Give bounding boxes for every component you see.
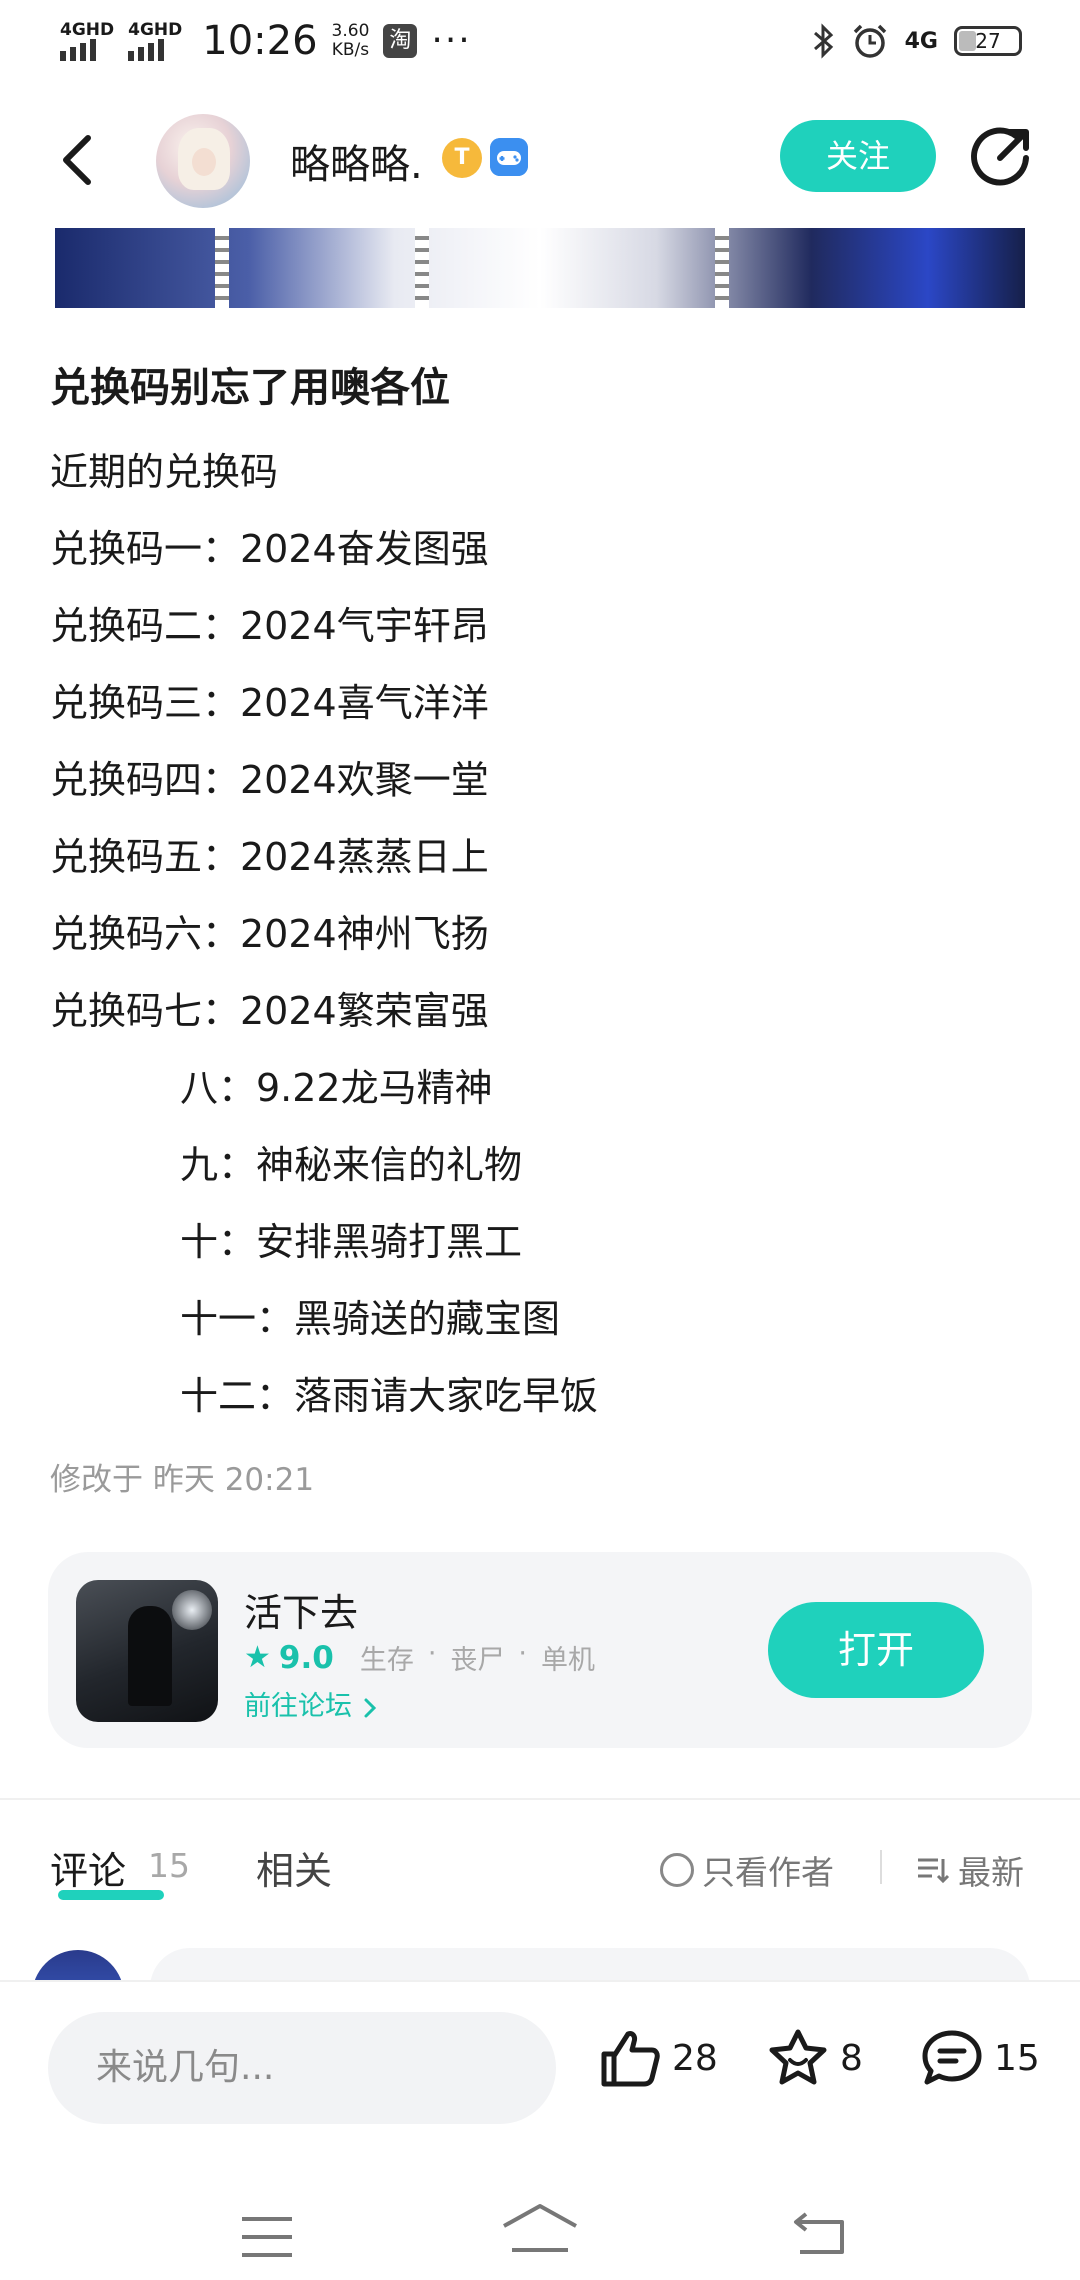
game-name[interactable]: 活下去 <box>244 1582 358 1637</box>
star-face-icon <box>769 2029 827 2085</box>
post-line: 兑换码七：2024繁荣富强 <box>50 989 489 1033</box>
radio-circle-icon <box>660 1853 694 1887</box>
like-button[interactable]: 28 <box>598 2028 718 2088</box>
network-speed: 3.60 KB/s <box>331 21 370 60</box>
open-game-button[interactable]: 打开 <box>768 1602 984 1698</box>
post-header: 略略略. T 关注 <box>0 110 1080 210</box>
level-badge-icon: T <box>442 138 482 178</box>
post-line: 十：安排黑骑打黑工 <box>180 1220 523 1264</box>
comment-bubble-icon <box>922 2030 982 2085</box>
tab-comments[interactable]: 评论 <box>50 1840 126 1895</box>
game-card[interactable]: 活下去 ★ 9.0 生存 · 丧尸 · 单机 前往论坛 打开 <box>48 1552 1032 1748</box>
game-rating: ★ 9.0 生存 · 丧尸 · 单机 <box>244 1638 595 1677</box>
status-bar: 4GHD 4GHD 10:26 3.60 KB/s 淘 ··· 4G 27 <box>0 0 1080 90</box>
section-divider <box>0 1798 1080 1800</box>
tab-separator <box>880 1850 882 1884</box>
gamepad-badge-icon <box>490 138 528 176</box>
edit-timestamp: 修改于 昨天 20:21 <box>50 1462 315 1498</box>
comment-count-badge: 15 <box>148 1846 190 1885</box>
post-body: 兑换码别忘了用噢各位 近期的兑换码 兑换码一：2024奋发图强 兑换码二：202… <box>50 358 1030 1435</box>
comment-button[interactable]: 15 <box>920 2028 1040 2088</box>
bottom-action-bar: 来说几句... 28 8 15 <box>0 1980 1080 2130</box>
sort-icon <box>918 1858 950 1884</box>
favorite-button[interactable]: 8 <box>766 2028 863 2088</box>
game-tag: 生存 <box>359 1645 414 1676</box>
taobao-icon: 淘 <box>383 24 418 58</box>
game-tags: 生存 · 丧尸 · 单机 <box>360 1638 595 1677</box>
post-line: 兑换码一：2024奋发图强 <box>50 527 489 571</box>
more-notifications-icon: ··· <box>431 20 472 61</box>
star-icon: ★ <box>244 1640 271 1675</box>
home-icon[interactable] <box>500 2202 580 2258</box>
sort-toggle[interactable]: 最新 <box>916 1846 1024 1894</box>
post-line: 十一：黑骑送的藏宝图 <box>180 1297 561 1341</box>
thumbs-up-icon <box>601 2031 660 2087</box>
game-score: 9.0 <box>278 1639 334 1676</box>
comment-input[interactable]: 来说几句... <box>48 2012 556 2124</box>
author-username[interactable]: 略略略. <box>290 132 423 190</box>
comment-count: 15 <box>994 2037 1040 2079</box>
chevron-right-icon <box>364 1698 376 1717</box>
signal-label: 4GHD <box>60 20 115 40</box>
back-icon[interactable] <box>792 2210 848 2256</box>
signal-icon: 4GHD <box>128 21 182 61</box>
post-line: 九：神秘来信的礼物 <box>180 1143 523 1187</box>
share-icon[interactable] <box>970 124 1034 188</box>
post-line: 兑换码五：2024蒸蒸日上 <box>50 835 489 879</box>
post-line: 兑换码二：2024气宇轩昂 <box>50 604 489 648</box>
like-count: 28 <box>672 2037 718 2079</box>
status-time: 10:26 <box>202 18 318 64</box>
tag-separator: · <box>518 1638 528 1669</box>
post-line: 兑换码三：2024喜气洋洋 <box>50 681 489 725</box>
network-type: 4G <box>904 28 938 54</box>
tab-related[interactable]: 相关 <box>256 1840 332 1895</box>
active-tab-indicator <box>58 1890 164 1900</box>
battery-icon: 27 <box>954 26 1022 56</box>
post-line: 兑换码六：2024神州飞扬 <box>50 912 489 956</box>
bluetooth-icon <box>813 23 833 59</box>
forum-link[interactable]: 前往论坛 <box>244 1684 379 1723</box>
favorite-count: 8 <box>840 2037 863 2079</box>
alarm-icon <box>853 24 886 58</box>
post-line: 十二：落雨请大家吃早饭 <box>180 1374 599 1418</box>
post-line: 八：9.22龙马精神 <box>180 1066 493 1110</box>
comment-tabs: 评论 15 相关 只看作者 最新 <box>0 1840 1080 1900</box>
menu-icon[interactable] <box>240 2216 294 2258</box>
post-line: 兑换码四：2024欢聚一堂 <box>50 758 489 802</box>
author-only-toggle[interactable]: 只看作者 <box>660 1846 834 1894</box>
post-image[interactable] <box>55 228 1025 308</box>
system-nav-bar <box>0 2170 1080 2280</box>
signal-icon: 4GHD <box>60 21 114 61</box>
post-title: 兑换码别忘了用噢各位 <box>50 365 450 411</box>
game-tag: 单机 <box>541 1645 596 1676</box>
author-avatar[interactable] <box>156 114 250 208</box>
signal-label: 4GHD <box>128 20 183 40</box>
follow-button[interactable]: 关注 <box>780 120 936 192</box>
back-arrow-icon[interactable] <box>50 130 110 190</box>
game-tag: 丧尸 <box>450 1645 505 1676</box>
post-line: 近期的兑换码 <box>50 450 279 494</box>
tag-separator: · <box>427 1638 437 1669</box>
game-icon[interactable] <box>76 1580 218 1722</box>
